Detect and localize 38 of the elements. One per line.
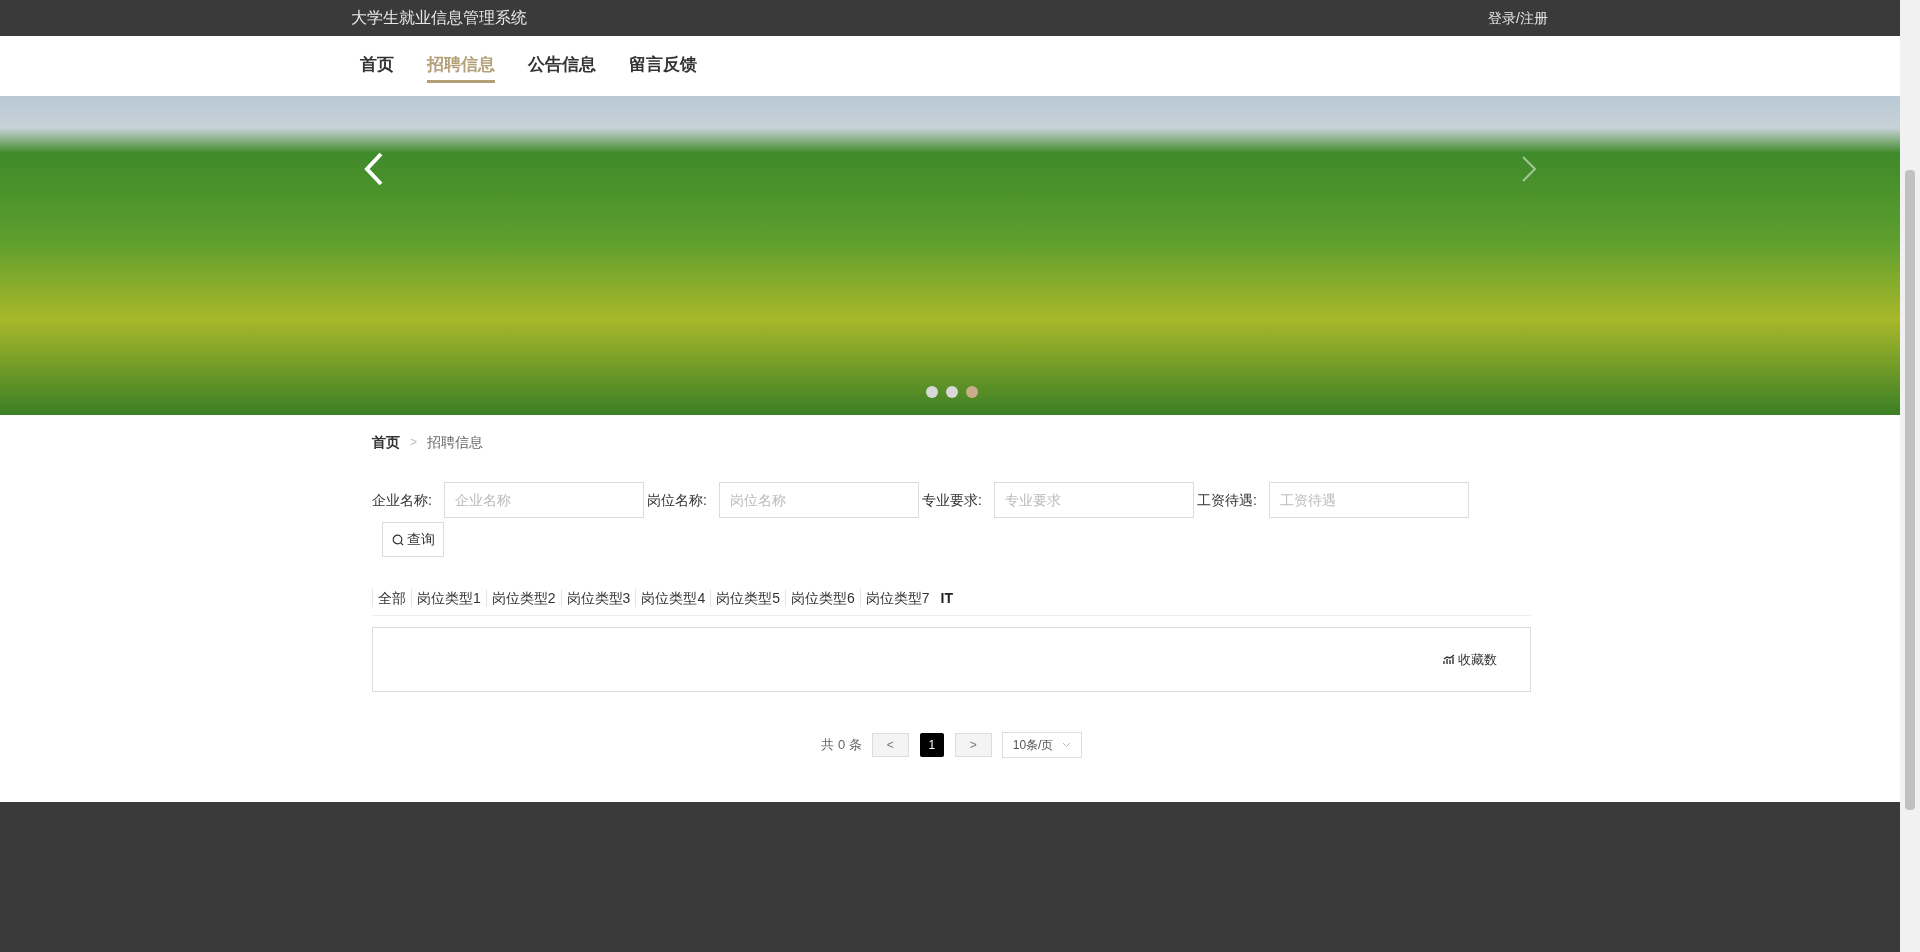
input-field[interactable]: 企业名称 (444, 482, 644, 518)
total-count: 共 0 条 (821, 736, 862, 755)
page-size-select[interactable]: 10条/页 (1001, 732, 1082, 758)
input-field[interactable]: 岗位名称 (719, 482, 919, 518)
nav-tab[interactable]: 首页 (360, 49, 394, 83)
scrollbar[interactable] (1900, 0, 1920, 952)
field-label: 专业要求: (922, 490, 983, 510)
chart-icon (1443, 654, 1456, 665)
field-label: 企业名称: (372, 490, 433, 510)
category-tab[interactable]: 岗位类型4 (635, 589, 711, 607)
breadcrumb-link[interactable]: 首页 (372, 431, 400, 453)
breadcrumb-separator: > (410, 434, 417, 451)
search-button[interactable]: 查询 (382, 522, 444, 557)
category-tab[interactable]: 岗位类型5 (710, 589, 785, 607)
chevron-right-icon[interactable] (1520, 154, 1538, 184)
login-link[interactable]: 登录/注册 (1488, 7, 1548, 29)
category-tab[interactable]: 岗位类型2 (485, 589, 561, 607)
breadcrumb-link[interactable]: 招聘信息 (427, 431, 483, 453)
nav-tab[interactable]: 公告信息 (528, 49, 596, 83)
input-field[interactable]: 工资待遇 (1269, 482, 1469, 518)
site-title: 大学生就业信息管理系统 (351, 8, 527, 28)
category-tab[interactable]: 岗位类型3 (560, 589, 636, 607)
category-tab[interactable]: IT (934, 589, 959, 607)
prev-page-button[interactable]: < (871, 733, 909, 757)
category-tab[interactable]: 全部 (372, 589, 411, 607)
field-label: 岗位名称: (647, 490, 708, 510)
category-tab[interactable]: 岗位类型7 (859, 589, 935, 607)
search-icon (391, 533, 404, 546)
field-label: 工资待遇: (1197, 490, 1258, 510)
sort-button[interactable]: 收藏数 (1443, 649, 1497, 670)
nav-tab[interactable]: 留言反馈 (629, 49, 697, 83)
next-page-button[interactable]: > (954, 733, 992, 757)
chevron-left-icon[interactable] (363, 151, 385, 187)
input-field[interactable]: 专业要求 (994, 482, 1194, 518)
chevron-down-icon (1061, 742, 1071, 748)
category-tab[interactable]: 岗位类型1 (411, 589, 486, 607)
page-button[interactable]: 1 (919, 733, 944, 757)
category-tab[interactable]: 岗位类型6 (785, 589, 860, 607)
